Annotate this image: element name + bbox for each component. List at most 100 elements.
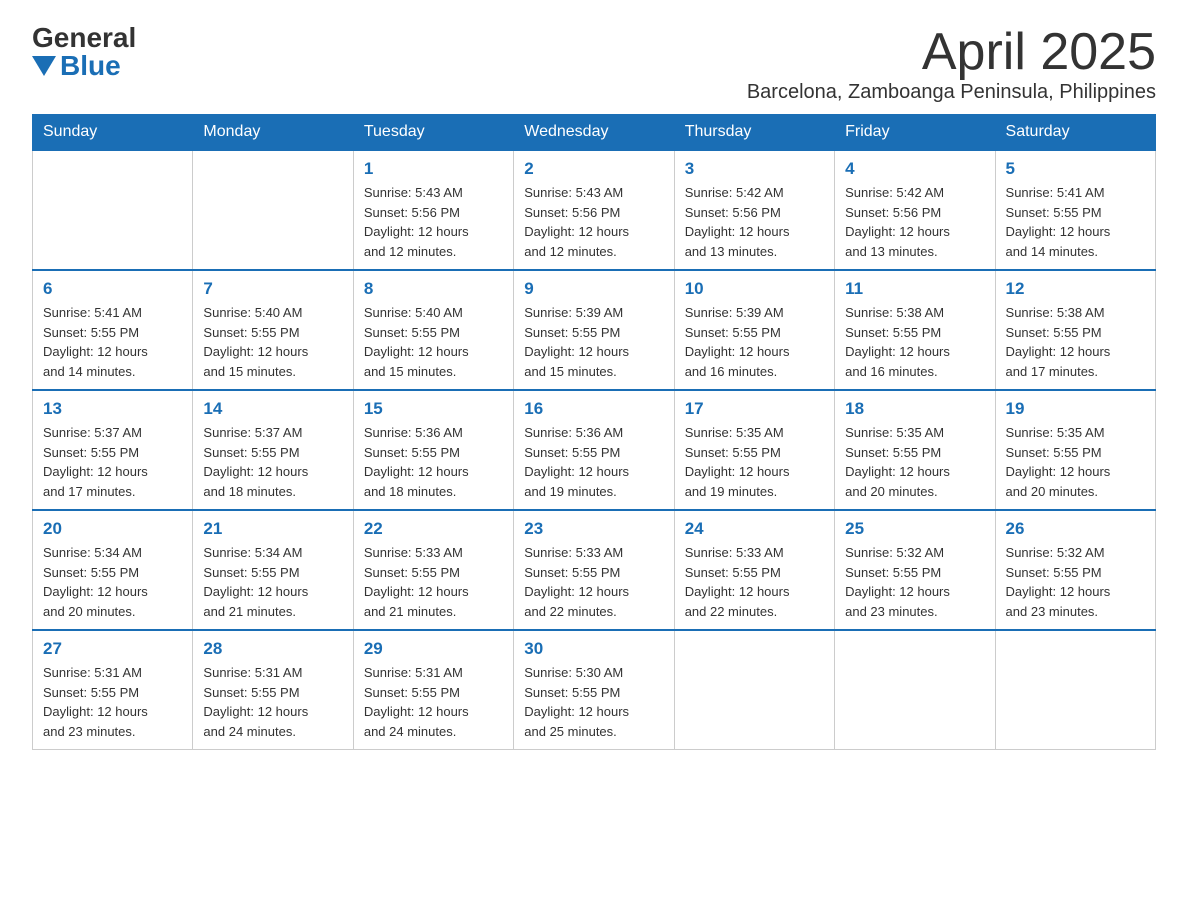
title-area: April 2025 Barcelona, Zamboanga Peninsul… [747, 24, 1156, 104]
calendar-week-row: 27 Sunrise: 5:31 AMSunset: 5:55 PMDayligh… [33, 630, 1156, 750]
calendar-week-row: 1Sunrise: 5:43 AMSunset: 5:56 PMDaylight… [33, 150, 1156, 270]
logo-triangle-icon [32, 56, 56, 76]
day-of-week-header: Sunday [33, 115, 193, 151]
day-number: 12 [1006, 279, 1145, 299]
day-number: 25 [845, 519, 984, 539]
day-info: Sunrise: 5:42 AMSunset: 5:56 PMDaylight:… [845, 183, 984, 261]
location-title: Barcelona, Zamboanga Peninsula, Philippi… [747, 81, 1156, 104]
calendar-cell: 27Sunrise: 5:31 AMSunset: 5:55 PMDayligh… [33, 630, 193, 750]
day-number: 11 [845, 279, 984, 299]
day-of-week-header: Thursday [674, 115, 834, 151]
calendar-cell: 10Sunrise: 5:39 AMSunset: 5:55 PMDayligh… [674, 270, 834, 390]
logo-general-text: General [32, 24, 136, 52]
calendar-cell: 13 Sunrise: 5:37 AMSunset: 5:55 PMDayligh… [33, 390, 193, 510]
calendar-cell: 4 Sunrise: 5:42 AMSunset: 5:56 PMDaylight… [835, 150, 995, 270]
day-of-week-header: Wednesday [514, 115, 674, 151]
calendar-cell: 18 Sunrise: 5:35 AMSunset: 5:55 PMDayligh… [835, 390, 995, 510]
calendar-week-row: 20 Sunrise: 5:34 AMSunset: 5:55 PMDayligh… [33, 510, 1156, 630]
day-number: 7 [203, 279, 342, 299]
page-header: General Blue April 2025 Barcelona, Zambo… [32, 24, 1156, 104]
calendar-cell: 25Sunrise: 5:32 AMSunset: 5:55 PMDayligh… [835, 510, 995, 630]
day-number: 13 [43, 399, 182, 419]
day-info: Sunrise: 5:41 AMSunset: 5:55 PMDaylight:… [43, 303, 182, 381]
calendar-cell: 11 Sunrise: 5:38 AMSunset: 5:55 PMDayligh… [835, 270, 995, 390]
calendar-cell: 26 Sunrise: 5:32 AMSunset: 5:55 PMDayligh… [995, 510, 1155, 630]
day-info: Sunrise: 5:33 AMSunset: 5:55 PMDaylight:… [685, 543, 824, 621]
day-of-week-header: Monday [193, 115, 353, 151]
calendar-cell: 5Sunrise: 5:41 AMSunset: 5:55 PMDaylight… [995, 150, 1155, 270]
logo-blue-text: Blue [32, 52, 121, 80]
calendar-cell: 30Sunrise: 5:30 AMSunset: 5:55 PMDayligh… [514, 630, 674, 750]
month-title: April 2025 [747, 24, 1156, 81]
day-number: 8 [364, 279, 503, 299]
day-info: Sunrise: 5:34 AMSunset: 5:55 PMDaylight:… [203, 543, 342, 621]
day-number: 26 [1006, 519, 1145, 539]
day-number: 27 [43, 639, 182, 659]
calendar-cell: 1Sunrise: 5:43 AMSunset: 5:56 PMDaylight… [353, 150, 513, 270]
day-number: 15 [364, 399, 503, 419]
calendar-cell: 20 Sunrise: 5:34 AMSunset: 5:55 PMDayligh… [33, 510, 193, 630]
day-number: 6 [43, 279, 182, 299]
day-number: 16 [524, 399, 663, 419]
calendar-cell: 12 Sunrise: 5:38 AMSunset: 5:55 PMDayligh… [995, 270, 1155, 390]
day-info: Sunrise: 5:37 AMSunset: 5:55 PMDaylight:… [43, 423, 182, 501]
day-number: 14 [203, 399, 342, 419]
day-info: Sunrise: 5:37 AMSunset: 5:55 PMDaylight:… [203, 423, 342, 501]
day-info: Sunrise: 5:31 AMSunset: 5:55 PMDaylight:… [364, 663, 503, 741]
day-number: 2 [524, 159, 663, 179]
day-number: 18 [845, 399, 984, 419]
calendar-cell: 19 Sunrise: 5:35 AMSunset: 5:55 PMDayligh… [995, 390, 1155, 510]
calendar-cell: 9Sunrise: 5:39 AMSunset: 5:55 PMDaylight… [514, 270, 674, 390]
calendar-table: SundayMondayTuesdayWednesdayThursdayFrid… [32, 114, 1156, 750]
day-of-week-header: Saturday [995, 115, 1155, 151]
day-info: Sunrise: 5:39 AMSunset: 5:55 PMDaylight:… [685, 303, 824, 381]
day-number: 20 [43, 519, 182, 539]
day-info: Sunrise: 5:40 AMSunset: 5:55 PMDaylight:… [203, 303, 342, 381]
day-number: 29 [364, 639, 503, 659]
calendar-cell: 23Sunrise: 5:33 AMSunset: 5:55 PMDayligh… [514, 510, 674, 630]
day-info: Sunrise: 5:32 AMSunset: 5:55 PMDaylight:… [1006, 543, 1145, 621]
calendar-cell: 21 Sunrise: 5:34 AMSunset: 5:55 PMDayligh… [193, 510, 353, 630]
calendar-cell: 29 Sunrise: 5:31 AMSunset: 5:55 PMDayligh… [353, 630, 513, 750]
day-number: 19 [1006, 399, 1145, 419]
day-number: 1 [364, 159, 503, 179]
day-info: Sunrise: 5:35 AMSunset: 5:55 PMDaylight:… [845, 423, 984, 501]
day-info: Sunrise: 5:36 AMSunset: 5:55 PMDaylight:… [364, 423, 503, 501]
calendar-cell [995, 630, 1155, 750]
calendar-cell [193, 150, 353, 270]
day-info: Sunrise: 5:33 AMSunset: 5:55 PMDaylight:… [524, 543, 663, 621]
day-info: Sunrise: 5:30 AMSunset: 5:55 PMDaylight:… [524, 663, 663, 741]
day-info: Sunrise: 5:41 AMSunset: 5:55 PMDaylight:… [1006, 183, 1145, 261]
day-number: 24 [685, 519, 824, 539]
calendar-cell: 7 Sunrise: 5:40 AMSunset: 5:55 PMDaylight… [193, 270, 353, 390]
day-number: 17 [685, 399, 824, 419]
day-info: Sunrise: 5:38 AMSunset: 5:55 PMDaylight:… [845, 303, 984, 381]
day-info: Sunrise: 5:33 AMSunset: 5:55 PMDaylight:… [364, 543, 503, 621]
day-info: Sunrise: 5:35 AMSunset: 5:55 PMDaylight:… [1006, 423, 1145, 501]
day-number: 3 [685, 159, 824, 179]
calendar-cell: 2Sunrise: 5:43 AMSunset: 5:56 PMDaylight… [514, 150, 674, 270]
calendar-cell: 16Sunrise: 5:36 AMSunset: 5:55 PMDayligh… [514, 390, 674, 510]
day-info: Sunrise: 5:38 AMSunset: 5:55 PMDaylight:… [1006, 303, 1145, 381]
day-info: Sunrise: 5:34 AMSunset: 5:55 PMDaylight:… [43, 543, 182, 621]
calendar-cell [835, 630, 995, 750]
calendar-header-row: SundayMondayTuesdayWednesdayThursdayFrid… [33, 115, 1156, 151]
day-number: 9 [524, 279, 663, 299]
calendar-cell: 17 Sunrise: 5:35 AMSunset: 5:55 PMDayligh… [674, 390, 834, 510]
calendar-cell: 8 Sunrise: 5:40 AMSunset: 5:55 PMDaylight… [353, 270, 513, 390]
logo: General Blue [32, 24, 136, 80]
day-of-week-header: Friday [835, 115, 995, 151]
day-number: 4 [845, 159, 984, 179]
calendar-cell: 24 Sunrise: 5:33 AMSunset: 5:55 PMDayligh… [674, 510, 834, 630]
day-info: Sunrise: 5:31 AMSunset: 5:55 PMDaylight:… [203, 663, 342, 741]
calendar-cell: 14 Sunrise: 5:37 AMSunset: 5:55 PMDayligh… [193, 390, 353, 510]
calendar-week-row: 6 Sunrise: 5:41 AMSunset: 5:55 PMDaylight… [33, 270, 1156, 390]
day-info: Sunrise: 5:42 AMSunset: 5:56 PMDaylight:… [685, 183, 824, 261]
day-of-week-header: Tuesday [353, 115, 513, 151]
day-number: 22 [364, 519, 503, 539]
calendar-cell: 28Sunrise: 5:31 AMSunset: 5:55 PMDayligh… [193, 630, 353, 750]
day-info: Sunrise: 5:40 AMSunset: 5:55 PMDaylight:… [364, 303, 503, 381]
day-info: Sunrise: 5:35 AMSunset: 5:55 PMDaylight:… [685, 423, 824, 501]
day-number: 21 [203, 519, 342, 539]
calendar-cell [33, 150, 193, 270]
